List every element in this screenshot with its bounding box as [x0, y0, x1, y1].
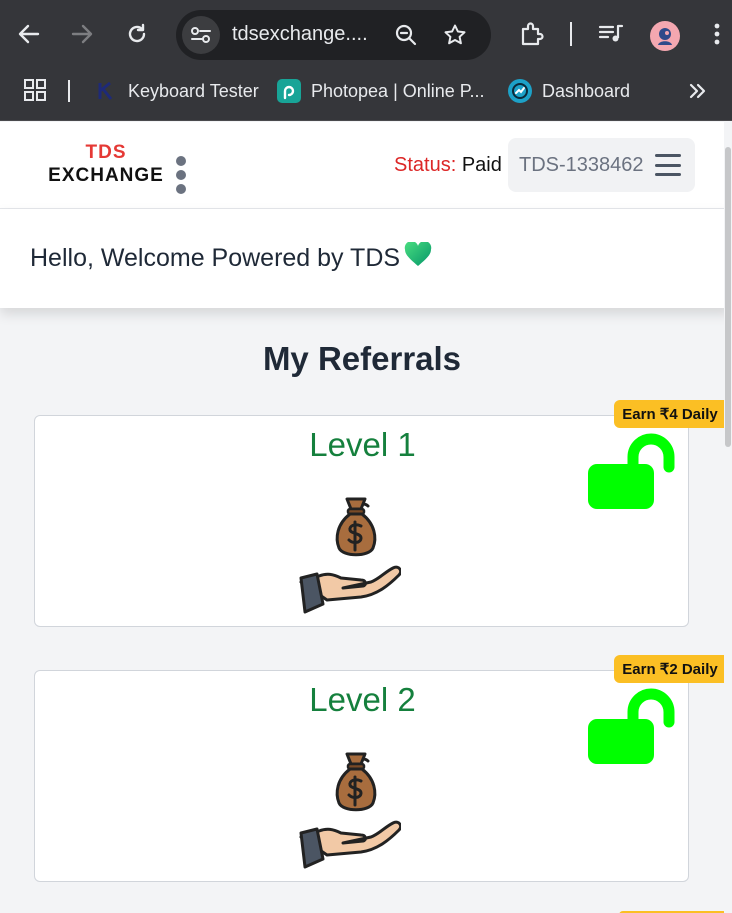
- logo-bottom-text: EXCHANGE: [48, 164, 164, 186]
- browser-toolbar: tdsexchange....: [0, 0, 732, 68]
- forward-arrow-icon[interactable]: [62, 14, 102, 54]
- bookmark-dashboard[interactable]: Dashboard: [508, 77, 630, 105]
- bookmarks-overflow-icon[interactable]: [686, 79, 710, 103]
- bookmark-star-icon[interactable]: [442, 22, 468, 48]
- bookmarks-separator: [68, 80, 70, 102]
- payment-status: Status: Paid: [394, 154, 502, 177]
- money-bag-hand-icon: [299, 497, 401, 614]
- referral-level-card[interactable]: Level 2: [34, 670, 689, 882]
- bookmark-photopea[interactable]: Photopea | Online P...: [277, 77, 484, 105]
- status-value: Paid: [461, 154, 502, 176]
- more-menu-icon[interactable]: [702, 16, 732, 52]
- extensions-icon[interactable]: [515, 16, 549, 52]
- page-scrollbar[interactable]: [724, 122, 732, 913]
- referral-level-card[interactable]: Level 1: [34, 415, 689, 627]
- money-bag-hand-icon: [299, 752, 401, 869]
- user-id-menu-button[interactable]: TDS-1338462: [508, 138, 695, 192]
- web-page: TDS EXCHANGE Status: Paid TDS-1338462 He…: [0, 122, 732, 913]
- zoom-icon[interactable]: [393, 22, 419, 48]
- reload-icon[interactable]: [117, 14, 157, 54]
- green-heart-icon: [404, 241, 432, 275]
- welcome-message: Hello, Welcome Powered by TDS: [30, 241, 432, 275]
- profile-avatar[interactable]: [650, 21, 680, 51]
- bookmark-label: Keyboard Tester: [128, 80, 259, 101]
- earn-rate-badge: Earn ₹4 Daily: [614, 400, 726, 428]
- welcome-banner: Hello, Welcome Powered by TDS: [0, 209, 732, 308]
- keyboard-tester-favicon: [94, 79, 118, 103]
- logo-top-text: TDS: [85, 142, 127, 163]
- hamburger-menu-icon[interactable]: [655, 154, 681, 176]
- welcome-text: Hello, Welcome Powered by TDS: [30, 244, 401, 272]
- url-text[interactable]: tdsexchange....: [232, 23, 368, 46]
- unlocked-padlock-icon: [588, 433, 675, 509]
- scrollbar-thumb[interactable]: [725, 147, 731, 447]
- dashboard-favicon: [508, 79, 532, 103]
- address-bar[interactable]: tdsexchange....: [176, 10, 491, 60]
- earn-rate-badge: Earn ₹2 Daily: [614, 655, 726, 683]
- kebab-menu-icon[interactable]: [176, 156, 188, 194]
- site-logo[interactable]: TDS EXCHANGE: [44, 142, 168, 188]
- unlocked-padlock-icon: [588, 688, 675, 764]
- bookmark-label: Dashboard: [542, 80, 631, 101]
- user-id-text: TDS-1338462: [519, 153, 644, 176]
- photopea-favicon: [277, 79, 301, 103]
- site-header: TDS EXCHANGE Status: Paid TDS-1338462: [0, 122, 732, 209]
- toolbar-separator: [570, 22, 572, 46]
- back-arrow-icon[interactable]: [9, 14, 49, 54]
- bookmark-label: Photopea | Online P...: [311, 80, 485, 101]
- media-queue-icon[interactable]: [594, 16, 628, 52]
- site-settings-icon[interactable]: [182, 16, 220, 54]
- status-label: Status:: [394, 154, 457, 176]
- referrals-title: My Referrals: [262, 340, 462, 377]
- bookmark-keyboard-tester[interactable]: Keyboard Tester: [94, 77, 259, 105]
- apps-grid-icon[interactable]: [23, 78, 49, 104]
